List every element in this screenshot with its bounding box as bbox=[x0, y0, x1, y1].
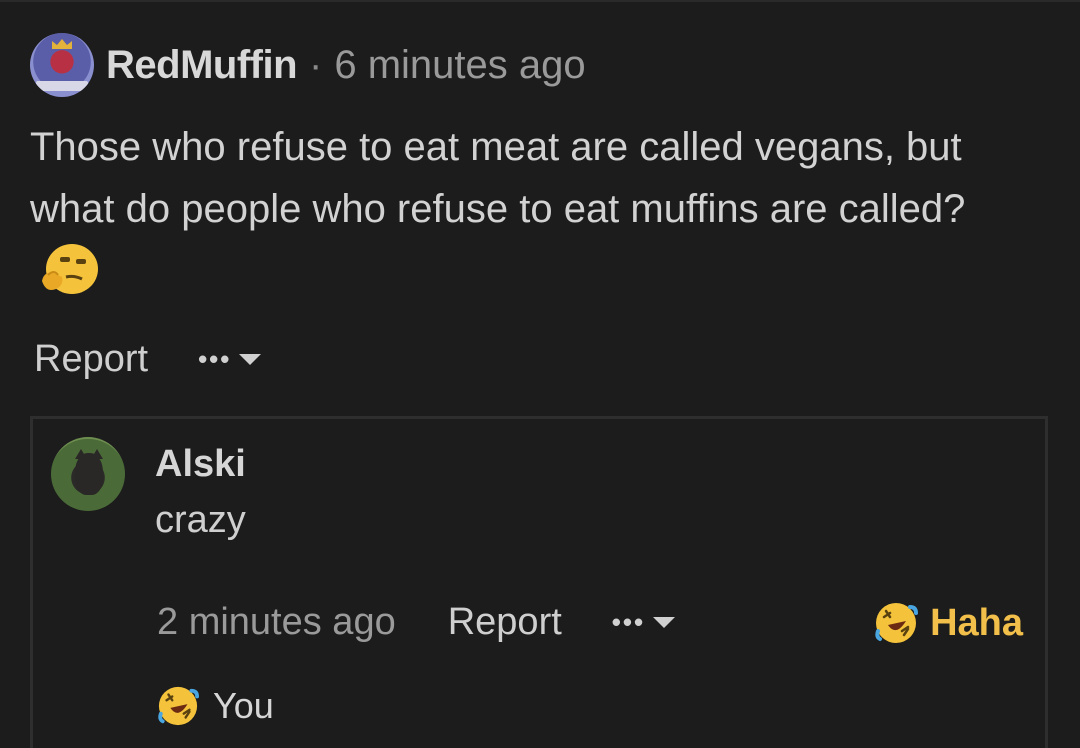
reply-text: crazy bbox=[155, 499, 246, 541]
reply-comment: Alski crazy 2 minutes ago Report ••• Hah… bbox=[30, 416, 1048, 748]
more-options-button[interactable]: ••• bbox=[198, 344, 262, 375]
post-body: Those who refuse to eat meat are called … bbox=[30, 116, 1040, 302]
reply-author[interactable]: Alski bbox=[155, 443, 246, 486]
more-dots-icon: ••• bbox=[198, 344, 232, 374]
haha-reaction-button[interactable]: Haha bbox=[874, 601, 1023, 645]
report-button[interactable]: Report bbox=[448, 601, 562, 644]
comment-thread: RedMuffin · 6 minutes ago Those who refu… bbox=[0, 0, 1080, 748]
reaction-summary[interactable]: You bbox=[157, 685, 274, 727]
post-author[interactable]: RedMuffin bbox=[106, 43, 298, 88]
reply-time[interactable]: 2 minutes ago bbox=[157, 601, 396, 644]
cat-silhouette bbox=[75, 453, 103, 495]
thinking-face-icon bbox=[42, 244, 98, 295]
post-header: RedMuffin · 6 minutes ago bbox=[30, 32, 586, 98]
avatar[interactable] bbox=[51, 437, 125, 511]
rolling-laughing-icon bbox=[875, 603, 919, 643]
reply-actions: 2 minutes ago Report ••• bbox=[157, 601, 676, 644]
post-text: Those who refuse to eat meat are called … bbox=[30, 125, 966, 231]
more-options-button[interactable]: ••• bbox=[611, 607, 676, 638]
chevron-down-icon bbox=[239, 354, 262, 365]
avatar-banner bbox=[36, 81, 88, 91]
separator-dot: · bbox=[309, 42, 323, 87]
post-actions: Report ••• bbox=[34, 338, 262, 381]
avatar[interactable] bbox=[30, 33, 94, 97]
haha-label: Haha bbox=[930, 601, 1023, 644]
post-time[interactable]: 6 minutes ago bbox=[334, 43, 585, 88]
chevron-down-icon bbox=[653, 617, 676, 628]
crown-icon bbox=[52, 39, 72, 49]
reaction-user: You bbox=[213, 685, 274, 726]
rolling-laughing-icon bbox=[158, 686, 199, 726]
more-dots-icon: ••• bbox=[611, 607, 646, 637]
report-button[interactable]: Report bbox=[34, 338, 148, 381]
